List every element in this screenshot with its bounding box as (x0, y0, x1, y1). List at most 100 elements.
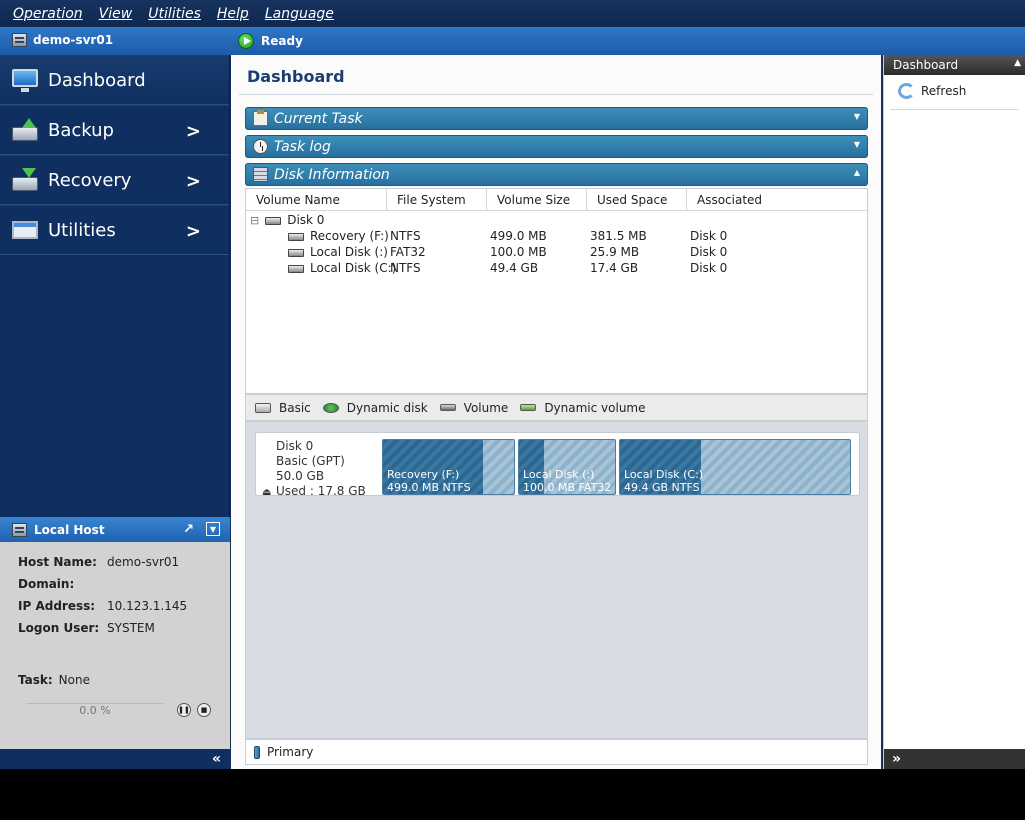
right-panel-header: Dashboard ▲ (884, 55, 1025, 75)
sidebar-item-dashboard[interactable]: Dashboard (0, 55, 229, 105)
collapse-sidebar-button[interactable]: « (0, 749, 230, 769)
dropdown-toggle-icon[interactable]: ▼ (206, 522, 220, 536)
expand-panel-button[interactable]: » (884, 749, 1025, 769)
local-host-title: Local Host (34, 522, 105, 537)
disk-map-used: Used : 17.8 GB (276, 484, 366, 498)
legend-primary: Primary (267, 745, 314, 759)
disk-table: Volume Name File System Volume Size Used… (245, 188, 868, 394)
section-current-task[interactable]: Current Task ▼ (245, 107, 868, 130)
server-icon (12, 522, 27, 537)
tree-expander-icon[interactable]: ⊟ (250, 214, 259, 227)
partition-label: Recovery (F:) 499.0 MB NTFS (387, 468, 471, 494)
collapse-icon[interactable]: ▲ (1014, 58, 1021, 68)
section-label: Task log (274, 138, 331, 155)
partition-legend: Primary (245, 739, 868, 765)
legend-volume: Volume (439, 400, 509, 415)
chevron-right-icon: > (185, 171, 201, 192)
partition-local-disk[interactable]: Local Disk (:) 100.0 MB FAT32 (518, 439, 616, 495)
volume-icon (288, 264, 304, 273)
refresh-button[interactable]: Refresh (898, 83, 966, 99)
host-name-label: Host Name: (18, 555, 97, 569)
menu-bar: Operation View Utilities Help Language (0, 0, 1025, 27)
domain-label: Domain: (18, 577, 75, 591)
volume-size: 499.0 MB (490, 229, 547, 243)
local-host-header: Local Host ↗ ▼ (0, 517, 230, 542)
dynamic-volume-icon (520, 404, 537, 411)
host-name-value: demo-svr01 (107, 555, 180, 569)
partition-label: Local Disk (:) 100.0 MB FAT32 (523, 468, 612, 494)
menu-operation[interactable]: Operation (13, 6, 83, 22)
disk-name: Disk 0 (287, 213, 325, 227)
chevron-right-icon: > (185, 221, 201, 242)
disk-map[interactable]: Disk 0 Basic (GPT) 50.0 GB Used : 17.8 G… (255, 432, 860, 499)
refresh-label: Refresh (921, 84, 967, 98)
used-space: 17.4 GB (590, 261, 639, 275)
sidebar-item-label: Dashboard (48, 69, 146, 91)
section-task-log[interactable]: Task log ▼ (245, 135, 868, 158)
right-panel: Dashboard ▲ Refresh » (883, 55, 1025, 769)
application-window: Operation View Utilities Help Language d… (0, 0, 1025, 769)
task-label: Task: (18, 673, 53, 687)
legend-dynamic-volume: Dynamic volume (520, 400, 646, 415)
stop-button[interactable]: ■ (197, 703, 211, 717)
sidebar-item-backup[interactable]: Backup > (0, 105, 229, 155)
host-indicator: demo-svr01 (12, 33, 113, 47)
host-name: demo-svr01 (33, 33, 114, 47)
section-label: Current Task (274, 110, 363, 127)
logon-label: Logon User: (18, 621, 100, 635)
column-used-space[interactable]: Used Space (587, 189, 687, 210)
clock-icon (253, 139, 268, 154)
column-file-system[interactable]: File System (387, 189, 487, 210)
task-value: None (58, 673, 90, 687)
menu-view[interactable]: View (99, 6, 133, 22)
column-volume-size[interactable]: Volume Size (487, 189, 587, 210)
eject-icon: ⏏ (262, 487, 272, 498)
column-associated[interactable]: Associated (687, 189, 867, 210)
backup-drive-icon (12, 118, 38, 141)
legend-label: Volume (463, 400, 509, 415)
menu-help[interactable]: Help (217, 6, 249, 22)
pause-button[interactable]: ❚❚ (177, 703, 191, 717)
legend-label: Dynamic volume (544, 400, 646, 415)
refresh-icon (898, 83, 915, 99)
task-row: Task: None (18, 673, 90, 687)
section-disk-information[interactable]: Disk Information ▲ (245, 163, 868, 186)
pin-icon[interactable]: ↗ (183, 522, 194, 537)
logon-row: Logon User: SYSTEM (18, 621, 155, 635)
ip-value: 10.123.1.145 (107, 599, 188, 613)
sidebar-nav: Dashboard Backup > Recovery > Utilities … (0, 55, 230, 517)
menu-language[interactable]: Language (265, 6, 334, 22)
disk-map-area: Disk 0 Basic (GPT) 50.0 GB Used : 17.8 G… (245, 421, 868, 739)
sidebar-item-utilities[interactable]: Utilities > (0, 205, 229, 255)
associated: Disk 0 (690, 261, 728, 275)
volume-icon (288, 248, 304, 257)
volume-icon (439, 404, 456, 411)
host-name-row: Host Name: demo-svr01 (18, 555, 179, 569)
menu-utilities[interactable]: Utilities (148, 6, 201, 22)
basic-disk-icon (255, 402, 271, 413)
partition-local-disk-c[interactable]: Local Disk (C:) 49.4 GB NTFS (619, 439, 851, 495)
monitor-icon (12, 69, 38, 92)
right-panel-title: Dashboard (893, 58, 959, 72)
sidebar-item-label: Recovery (48, 169, 132, 191)
column-volume-name[interactable]: Volume Name (246, 189, 387, 210)
used-space: 25.9 MB (590, 245, 640, 259)
used-space: 381.5 MB (590, 229, 647, 243)
disk-summary: Disk 0 Basic (GPT) 50.0 GB Used : 17.8 G… (262, 439, 366, 499)
volume-icon (288, 232, 304, 241)
partition-label: Local Disk (C:) 49.4 GB NTFS (624, 468, 704, 494)
sidebar-item-recovery[interactable]: Recovery > (0, 155, 229, 205)
right-panel-divider (890, 109, 1019, 110)
volume-size: 100.0 MB (490, 245, 547, 259)
server-icon (12, 33, 27, 47)
dynamic-disk-icon (322, 402, 339, 413)
clipboard-icon (253, 110, 268, 126)
utilities-window-icon (12, 221, 38, 239)
partition-recovery[interactable]: Recovery (F:) 499.0 MB NTFS (382, 439, 515, 495)
disk-tree-node[interactable]: ⊟ Disk 0 (250, 213, 324, 227)
expand-icon: ▼ (853, 140, 860, 149)
sidebar-item-label: Utilities (48, 219, 116, 241)
main-content: Dashboard Current Task ▼ Task log ▼ Disk… (231, 55, 881, 769)
chevron-right-icon: > (185, 121, 201, 142)
page-title: Dashboard (247, 67, 345, 86)
